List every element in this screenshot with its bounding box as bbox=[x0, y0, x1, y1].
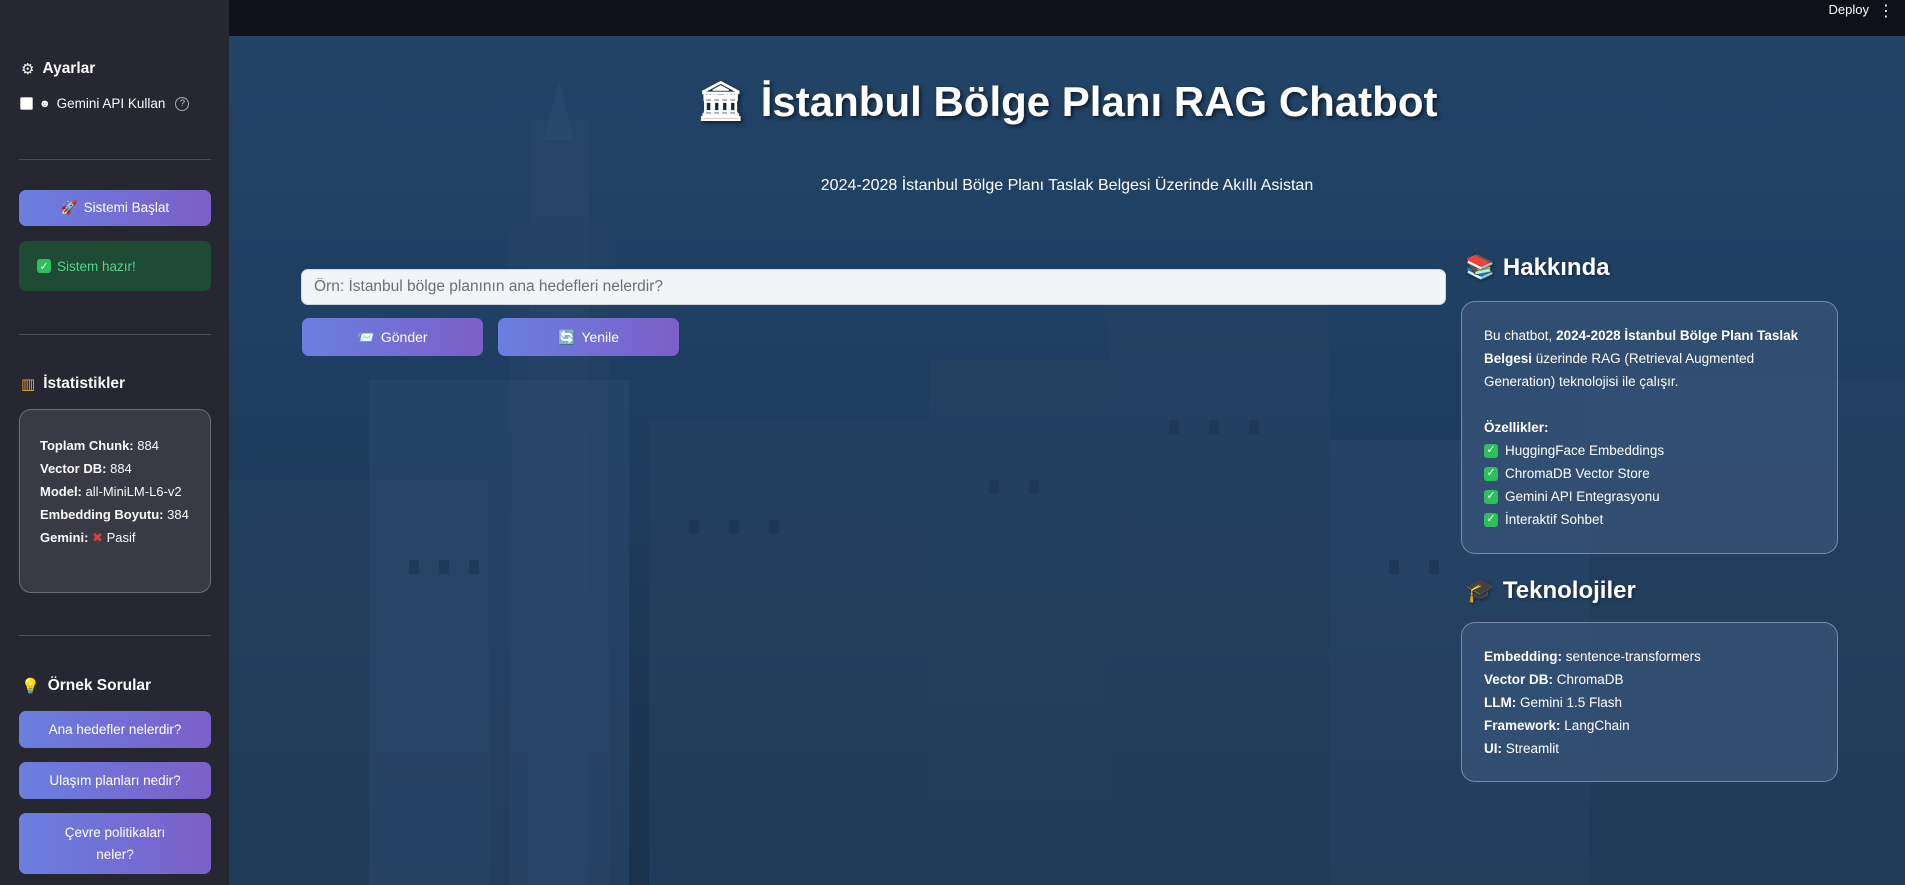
cross-icon: ✖ bbox=[92, 530, 103, 545]
feature-item: ✓ Gemini API Entegrasyonu bbox=[1484, 485, 1815, 508]
main-content: 🏛 İstanbul Bölge Planı RAG Chatbot 2024-… bbox=[229, 36, 1905, 885]
books-icon: 📚 bbox=[1465, 254, 1495, 281]
stats-card: Toplam Chunk: 884 Vector DB: 884 Model: … bbox=[19, 409, 211, 593]
stats-heading: ▥ İstatistikler bbox=[21, 375, 126, 393]
status-alert: ✓ Sistem hazır! bbox=[19, 241, 211, 291]
about-card: Bu chatbot, 2024-2028 İstanbul Bölge Pla… bbox=[1461, 301, 1838, 554]
app-header: Deploy ⋮ bbox=[229, 0, 1905, 36]
bank-icon: 🏛 bbox=[696, 81, 745, 123]
check-icon: ✓ bbox=[1484, 489, 1498, 504]
refresh-icon: 🔄 bbox=[557, 328, 576, 345]
gemini-api-label: Gemini API Kullan bbox=[56, 96, 166, 111]
features-title: Özellikler: bbox=[1484, 420, 1549, 435]
graduation-cap-icon: 🎓 bbox=[1465, 577, 1495, 604]
stat-gemini: Gemini: ✖ Pasif bbox=[40, 530, 136, 545]
page-subtitle: 2024-2028 İstanbul Bölge Planı Taslak Be… bbox=[820, 177, 1314, 194]
gemini-api-option: ☻ Gemini API Kullan ? bbox=[20, 96, 190, 111]
start-system-button[interactable]: 🚀 Sistemi Başlat bbox=[19, 190, 211, 226]
about-intro: Bu chatbot, 2024-2028 İstanbul Bölge Pla… bbox=[1484, 328, 1799, 389]
help-icon[interactable]: ? bbox=[175, 96, 190, 111]
send-button[interactable]: 📨 Gönder bbox=[302, 318, 483, 356]
bar-chart-icon: ▥ bbox=[21, 376, 36, 393]
settings-heading: ⚙ Ayarlar bbox=[21, 60, 96, 78]
stat-chunk: Toplam Chunk: 884 bbox=[40, 438, 159, 453]
tech-item: Framework: LangChain bbox=[1484, 718, 1630, 733]
refresh-button[interactable]: 🔄 Yenile bbox=[498, 318, 679, 356]
robot-icon: ☻ bbox=[39, 97, 51, 110]
feature-item: ✓ HuggingFace Embeddings bbox=[1484, 439, 1815, 462]
tech-item: LLM: Gemini 1.5 Flash bbox=[1484, 695, 1623, 710]
check-icon: ✓ bbox=[1484, 466, 1498, 481]
sidebar: ⚙ Ayarlar ☻ Gemini API Kullan ? 🚀 Sistem… bbox=[0, 0, 229, 885]
question-input[interactable] bbox=[301, 269, 1446, 305]
example-question-button[interactable]: Çevre politikaları neler? bbox=[19, 813, 211, 874]
feature-item: ✓ ChromaDB Vector Store bbox=[1484, 462, 1815, 485]
tech-item: Embedding: sentence-transformers bbox=[1484, 649, 1701, 664]
stat-model: Model: all-MiniLM-L6-v2 bbox=[40, 484, 182, 499]
stat-embedding-size: Embedding Boyutu: 384 bbox=[40, 507, 189, 522]
feature-item: ✓ İnteraktif Sohbet bbox=[1484, 508, 1815, 531]
gear-icon: ⚙ bbox=[21, 61, 35, 78]
gemini-api-checkbox[interactable] bbox=[20, 97, 33, 110]
check-icon: ✓ bbox=[1484, 512, 1498, 527]
tech-item: Vector DB: ChromaDB bbox=[1484, 672, 1624, 687]
tech-heading: 🎓 Teknolojiler bbox=[1465, 576, 1636, 605]
example-question-button[interactable]: Ana hedefler nelerdir? bbox=[19, 711, 211, 748]
check-icon: ✓ bbox=[37, 259, 51, 273]
check-icon: ✓ bbox=[1484, 443, 1498, 458]
kebab-menu-icon[interactable]: ⋮ bbox=[1878, 1, 1894, 21]
page-title: 🏛 İstanbul Bölge Planı RAG Chatbot bbox=[696, 78, 1438, 125]
examples-heading: 💡 Örnek Sorular bbox=[21, 677, 152, 695]
tech-item: UI: Streamlit bbox=[1484, 741, 1560, 756]
divider bbox=[19, 159, 211, 160]
divider bbox=[19, 635, 211, 636]
rocket-icon: 🚀 bbox=[60, 200, 78, 215]
tech-card: Embedding: sentence-transformers Vector … bbox=[1461, 622, 1838, 782]
divider bbox=[19, 334, 211, 335]
lightbulb-icon: 💡 bbox=[21, 678, 40, 695]
inbox-icon: 📨 bbox=[357, 328, 375, 345]
about-heading: 📚 Hakkında bbox=[1465, 253, 1610, 282]
example-question-button[interactable]: Ulaşım planları nedir? bbox=[19, 762, 211, 799]
stat-vector-db: Vector DB: 884 bbox=[40, 461, 132, 476]
deploy-button[interactable]: Deploy bbox=[1829, 2, 1869, 17]
